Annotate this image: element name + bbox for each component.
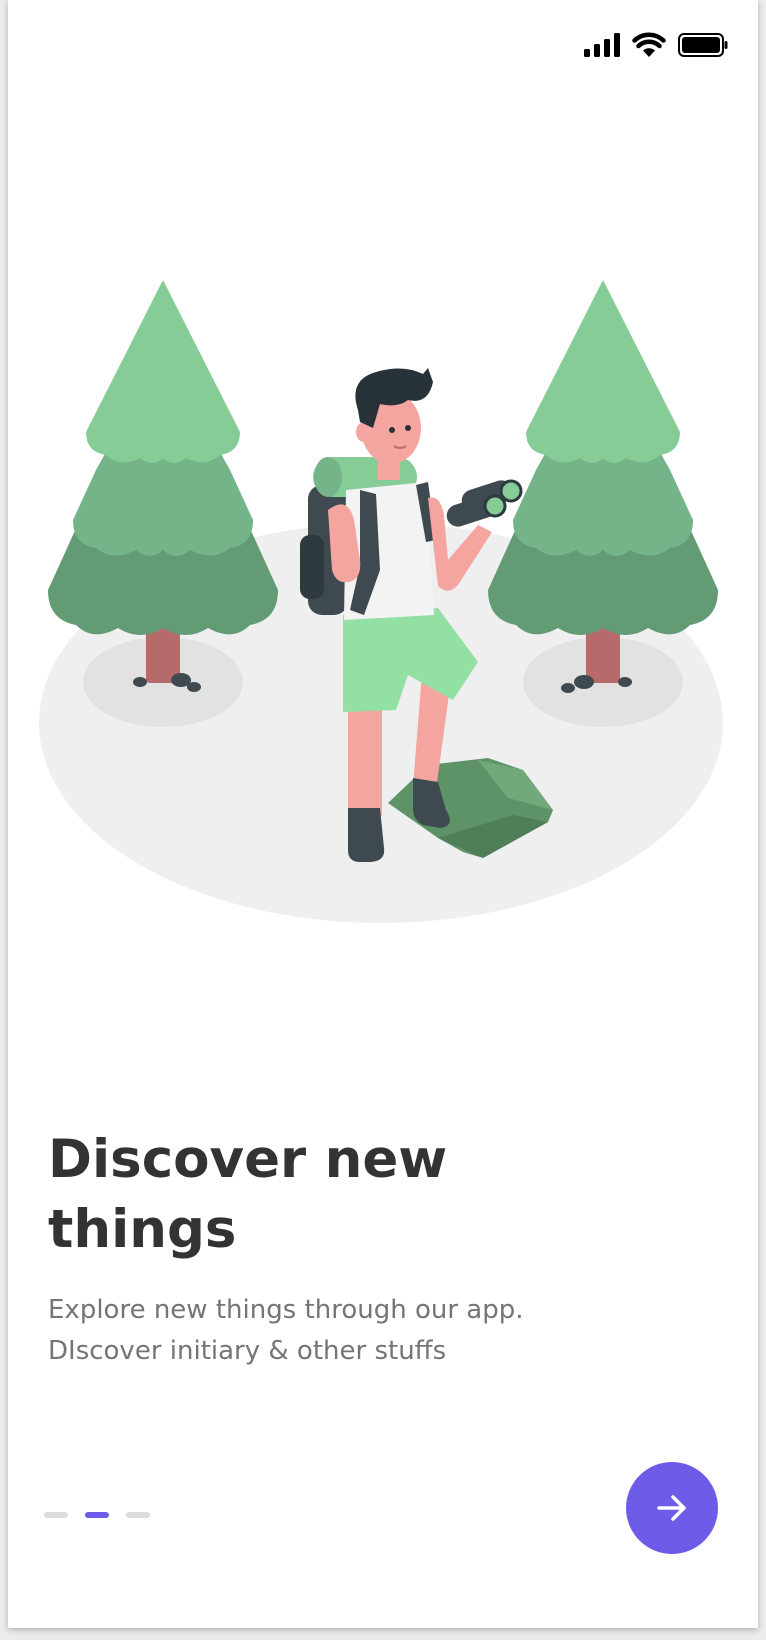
page-indicator-dot-2-active[interactable]	[85, 1512, 109, 1518]
battery-icon	[678, 33, 728, 57]
onboarding-title-line-1: Discover new	[48, 1129, 448, 1190]
page-indicator-dot-1[interactable]	[44, 1512, 68, 1518]
hiker-with-binoculars-illustration	[39, 280, 723, 923]
wifi-icon	[632, 32, 666, 57]
onboarding-subtitle-line-2: DIscover initiary & other stuffs	[48, 1336, 447, 1366]
phone-screen: Discover new things Explore new things t…	[8, 0, 758, 1628]
page-indicator-dot-3[interactable]	[126, 1512, 150, 1518]
arrow-right-icon	[657, 1495, 686, 1521]
page-indicator	[44, 1512, 150, 1518]
cellular-signal-icon	[584, 33, 620, 57]
onboarding-title-line-2: things	[48, 1199, 237, 1260]
next-button[interactable]	[626, 1462, 718, 1554]
onboarding-subtitle-line-1: Explore new things through our app.	[48, 1295, 524, 1325]
onboarding-subtitle: Explore new things through our app. DIsc…	[48, 1290, 668, 1372]
status-bar	[584, 30, 728, 60]
onboarding-title: Discover new things	[48, 1125, 648, 1265]
